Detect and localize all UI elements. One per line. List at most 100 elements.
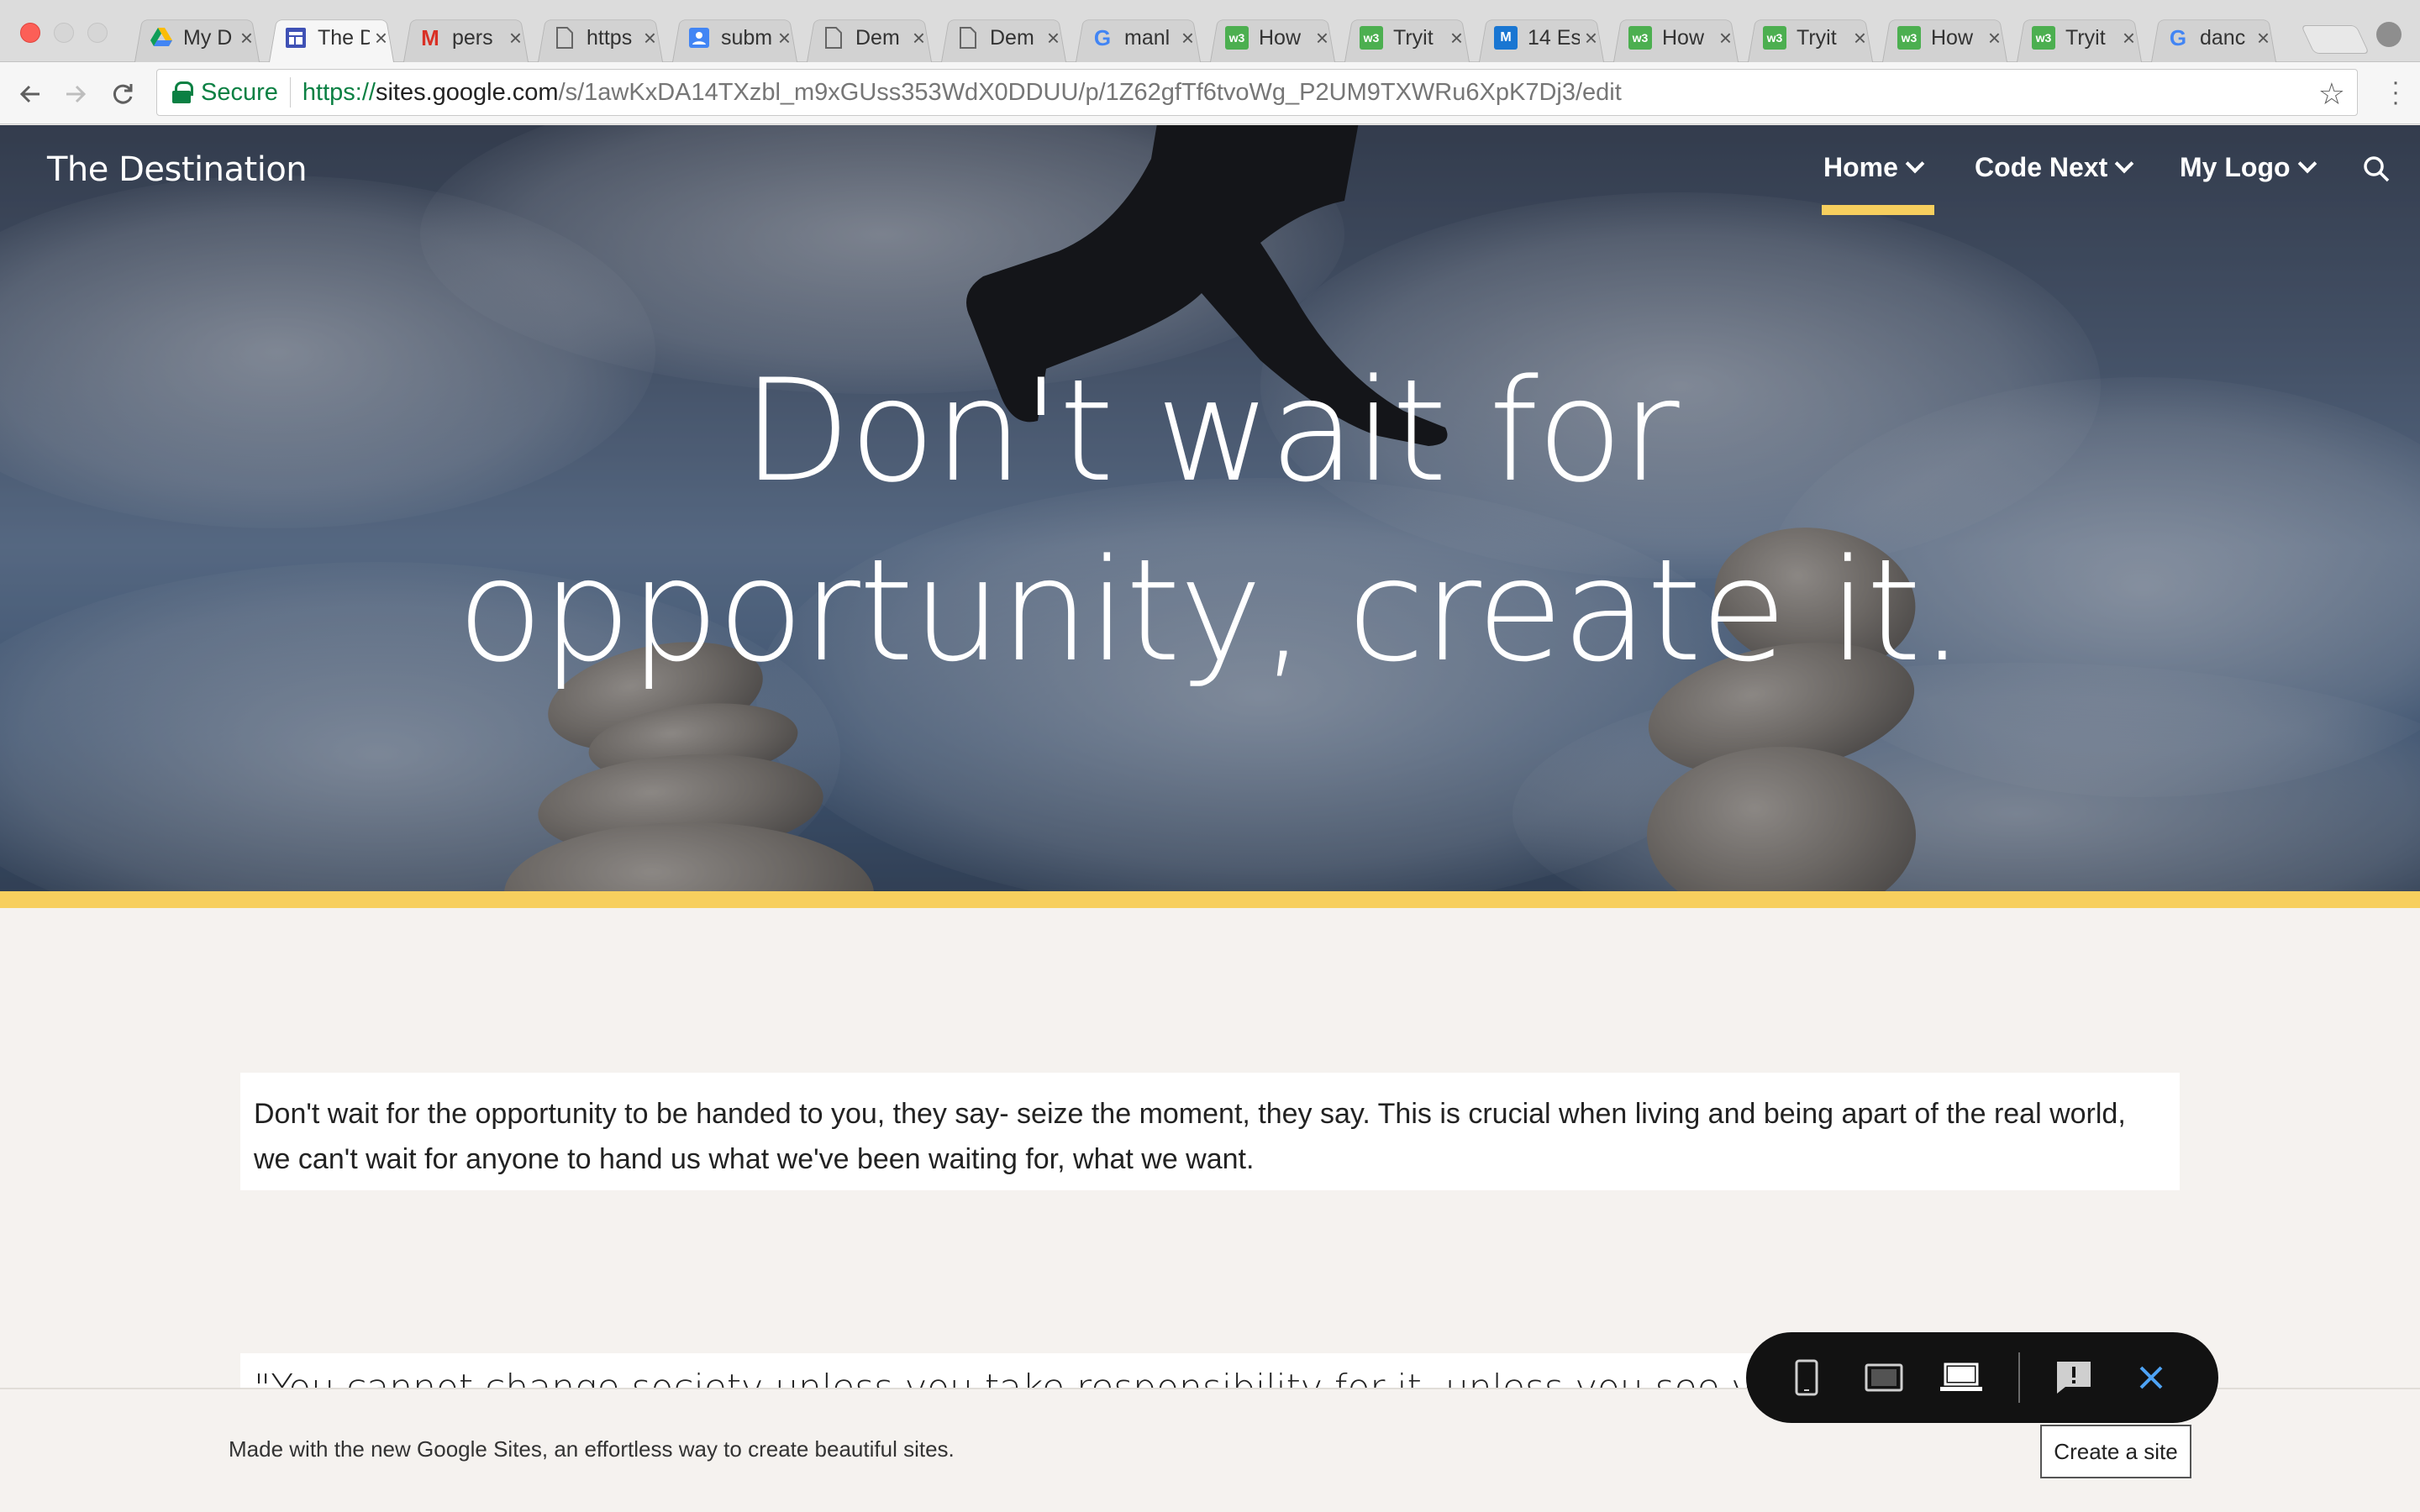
window-minimize-button[interactable] [54, 23, 74, 43]
close-tab-icon[interactable]: × [509, 25, 522, 51]
contact-icon [687, 26, 711, 50]
browser-tab[interactable]: https × [533, 13, 668, 62]
tab-title: Tryit [1797, 25, 1837, 50]
new-tab-button[interactable] [2301, 25, 2370, 54]
browser-tab[interactable]: w3 How × [1877, 13, 2012, 62]
footer-text: Made with the new Google Sites, an effor… [229, 1436, 955, 1462]
tab-title: manl [1124, 25, 1171, 50]
w3schools-icon: w3 [1225, 26, 1249, 50]
browser-tab[interactable]: w3 Tryit × [1743, 13, 1878, 62]
close-tab-icon[interactable]: × [1181, 25, 1194, 51]
close-tab-icon[interactable]: × [1585, 25, 1597, 51]
browser-tab[interactable]: My D × [129, 13, 265, 62]
text-box[interactable]: Don't wait for the opportunity to be han… [240, 1073, 2180, 1190]
paragraph-text: Don't wait for the opportunity to be han… [254, 1098, 2126, 1175]
tab-title: Dem [990, 25, 1034, 50]
browser-tab[interactable]: subm × [667, 13, 802, 62]
browser-tab[interactable]: M 14 Es × [1474, 13, 1609, 62]
tab-title: The D [318, 25, 370, 50]
w3schools-icon: w3 [1360, 26, 1383, 50]
browser-tab[interactable]: w3 Tryit × [2012, 13, 2147, 62]
tab-title: https [587, 25, 633, 50]
browser-toolbar: Secure https:// sites.google.com /s/1awK… [0, 62, 2420, 124]
window-zoom-button[interactable] [87, 23, 108, 43]
address-divider [289, 77, 291, 108]
chevron-down-icon [2114, 154, 2134, 173]
close-tab-icon[interactable]: × [1719, 25, 1732, 51]
tab-title: Dem [855, 25, 900, 50]
create-site-button[interactable]: Create a site [2040, 1425, 2191, 1478]
window-close-button[interactable] [20, 23, 40, 43]
url-host: sites.google.com [375, 78, 559, 106]
browser-tab-active[interactable]: The D × [264, 13, 399, 62]
reload-icon[interactable] [106, 77, 139, 111]
doc-icon [553, 26, 576, 50]
nav-item-home[interactable]: Home [1823, 152, 1925, 183]
close-tab-icon[interactable]: × [240, 25, 253, 51]
browser-tab[interactable]: Dem × [802, 13, 937, 62]
w3schools-icon: w3 [1763, 26, 1786, 50]
phone-icon[interactable] [1783, 1354, 1830, 1401]
doc-icon [956, 26, 980, 50]
close-tab-icon[interactable]: × [1988, 25, 2001, 51]
tab-title: pers [452, 25, 493, 50]
tab-title: My D [183, 25, 233, 50]
close-tab-icon[interactable]: × [913, 25, 925, 51]
profile-icon[interactable] [2376, 22, 2402, 47]
tab-title: How [1662, 25, 1705, 50]
close-tab-icon[interactable]: × [778, 25, 791, 51]
blue-m-icon: M [1494, 26, 1518, 50]
chevron-down-icon [1905, 154, 1925, 173]
close-tab-icon[interactable]: × [1047, 25, 1060, 51]
close-icon[interactable] [2128, 1354, 2175, 1401]
nav-item-my-logo[interactable]: My Logo [2180, 152, 2317, 183]
browser-tab[interactable]: G danc × [2146, 13, 2281, 62]
tab-title: How [1931, 25, 1974, 50]
accent-divider [0, 891, 2420, 908]
lock-icon [172, 81, 193, 103]
browser-tab[interactable]: G manl × [1071, 13, 1206, 62]
browser-tab[interactable]: w3 How × [1205, 13, 1340, 62]
laptop-icon[interactable] [1938, 1354, 1985, 1401]
close-tab-icon[interactable]: × [1854, 25, 1866, 51]
back-icon[interactable] [13, 77, 47, 111]
close-tab-icon[interactable]: × [1316, 25, 1328, 51]
tab-title: How [1259, 25, 1302, 50]
hero-headline-line2: opportunity, create it. [456, 528, 1965, 693]
w3schools-icon: w3 [1897, 26, 1921, 50]
browser-tab-bar: My D × The D × M pers × https × subm × D… [0, 0, 2420, 62]
address-bar[interactable]: Secure https:// sites.google.com /s/1awK… [156, 69, 2358, 116]
nav-label: My Logo [2180, 152, 2291, 182]
browser-tab[interactable]: M pers × [398, 13, 534, 62]
close-tab-icon[interactable]: × [2123, 25, 2135, 51]
close-tab-icon[interactable]: × [644, 25, 656, 51]
browser-tab[interactable]: Dem × [936, 13, 1071, 62]
nav-item-code-next[interactable]: Code Next [1975, 152, 2134, 183]
tab-title: Tryit [1393, 25, 1434, 50]
tab-strip: My D × The D × M pers × https × subm × D… [129, 13, 2281, 62]
close-tab-icon[interactable]: × [2257, 25, 2270, 51]
active-nav-indicator [1822, 205, 1934, 215]
site-page: The Destination Home Code Next My Logo D… [0, 125, 2420, 1512]
nav-label: Code Next [1975, 152, 2108, 182]
preview-toolbar [1746, 1332, 2218, 1423]
tablet-icon[interactable] [1860, 1354, 1907, 1401]
close-tab-icon[interactable]: × [1450, 25, 1463, 51]
site-title[interactable]: The Destination [47, 150, 308, 189]
search-icon[interactable] [2363, 155, 2390, 182]
browser-tab[interactable]: w3 Tryit × [1339, 13, 1475, 62]
preview-divider [2018, 1352, 2020, 1403]
nav-label: Home [1823, 152, 1898, 182]
gmail-icon: M [421, 24, 439, 50]
doc-icon [822, 26, 845, 50]
url-scheme: https:// [302, 78, 376, 106]
chevron-down-icon [2297, 154, 2317, 173]
browser-tab[interactable]: w3 How × [1608, 13, 1744, 62]
browser-menu-icon[interactable]: · · · [2391, 70, 2400, 115]
secure-label: Secure [201, 78, 278, 106]
feedback-icon[interactable] [2050, 1354, 2097, 1401]
close-tab-icon[interactable]: × [375, 25, 387, 51]
forward-icon[interactable] [59, 77, 92, 111]
hero-headline-line1: Don't wait for [742, 349, 1679, 513]
bookmark-star-icon[interactable]: ☆ [2318, 76, 2345, 112]
